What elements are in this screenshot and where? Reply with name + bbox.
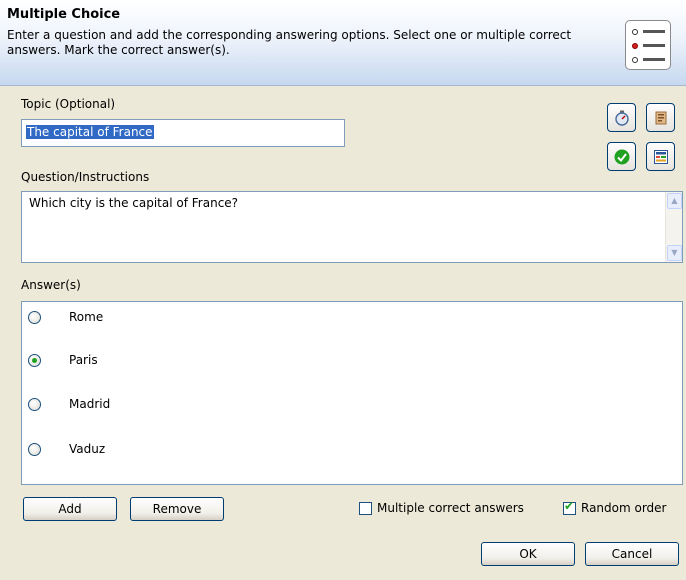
cancel-button[interactable]: Cancel bbox=[585, 542, 679, 566]
checkbox-box[interactable]: ✔ bbox=[563, 499, 576, 515]
timer-icon bbox=[615, 110, 629, 126]
checkmark-icon: ✔ bbox=[564, 499, 575, 513]
list-radio-icon bbox=[625, 20, 671, 70]
answer-radio[interactable] bbox=[28, 398, 41, 411]
answer-text: Paris bbox=[69, 353, 98, 367]
random-order-label: Random order bbox=[581, 501, 667, 515]
question-label: Question/Instructions bbox=[21, 170, 150, 184]
answer-text: Madrid bbox=[69, 397, 111, 411]
scroll-down-icon[interactable]: ▼ bbox=[667, 245, 682, 261]
multiple-answers-label: Multiple correct answers bbox=[377, 501, 524, 515]
answer-radio[interactable] bbox=[28, 443, 41, 456]
question-text: Which city is the capital of France? bbox=[29, 196, 239, 210]
answer-item[interactable]: Paris bbox=[22, 350, 662, 372]
remove-button[interactable]: Remove bbox=[130, 497, 224, 521]
answer-item[interactable]: Madrid bbox=[22, 394, 662, 416]
topic-input-value: The capital of France bbox=[26, 125, 154, 139]
question-scrollbar[interactable]: ▲ ▼ bbox=[665, 192, 682, 262]
answer-item[interactable]: Rome bbox=[22, 307, 662, 329]
answer-text: Rome bbox=[69, 310, 104, 324]
checkbox-box[interactable] bbox=[359, 502, 372, 515]
answer-radio[interactable] bbox=[28, 311, 41, 324]
radio-selected-dot bbox=[32, 358, 37, 363]
timer-button[interactable] bbox=[607, 103, 636, 132]
page-button[interactable] bbox=[646, 103, 675, 132]
dialog-description: Enter a question and add the correspondi… bbox=[7, 28, 572, 57]
check-icon bbox=[614, 149, 630, 165]
scroll-up-icon[interactable]: ▲ bbox=[667, 193, 682, 209]
answers-label: Answer(s) bbox=[21, 278, 81, 292]
page-icon bbox=[655, 111, 667, 125]
answer-radio[interactable] bbox=[28, 354, 41, 367]
topic-input[interactable]: The capital of France bbox=[21, 119, 345, 147]
answer-item[interactable]: Vaduz bbox=[22, 439, 662, 461]
answers-list: Rome Paris Madrid Vaduz bbox=[21, 301, 683, 485]
ok-button[interactable]: OK bbox=[481, 542, 575, 566]
answer-text: Vaduz bbox=[69, 442, 106, 456]
mark-correct-button[interactable] bbox=[607, 142, 636, 171]
question-textarea[interactable]: Which city is the capital of France? ▲ ▼ bbox=[21, 191, 683, 263]
add-button[interactable]: Add bbox=[23, 497, 117, 521]
topic-label: Topic (Optional) bbox=[21, 97, 116, 111]
layout-button[interactable] bbox=[646, 142, 675, 171]
dialog-title: Multiple Choice bbox=[7, 7, 121, 22]
layout-icon bbox=[654, 150, 668, 164]
dialog-header: Multiple Choice Enter a question and add… bbox=[0, 0, 686, 86]
